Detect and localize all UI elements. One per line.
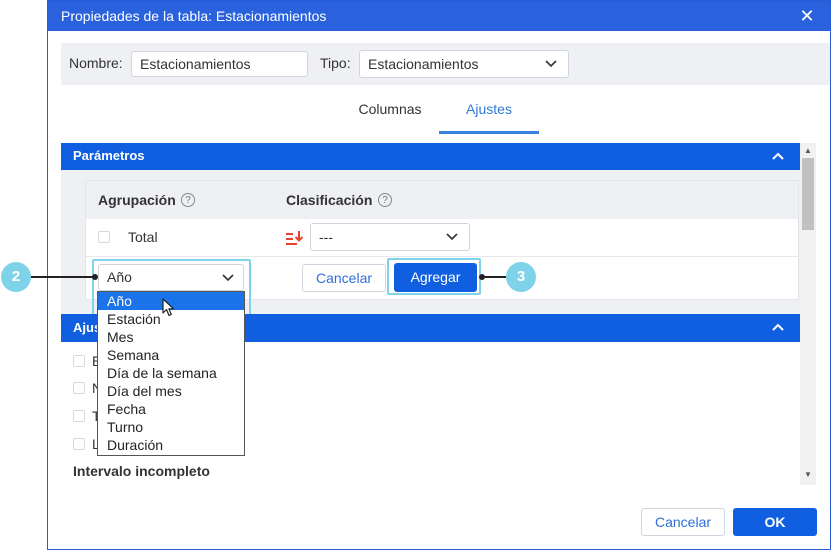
sort-select-value: --- — [319, 229, 333, 245]
dropdown-option[interactable]: Fecha — [98, 400, 244, 418]
dropdown-option[interactable]: Día del mes — [98, 382, 244, 400]
tab-settings[interactable]: Ajustes — [439, 101, 539, 117]
scroll-down-arrow-icon[interactable]: ▼ — [802, 470, 814, 479]
cancel-group-button[interactable]: Cancelar — [302, 264, 386, 292]
mouse-cursor-icon — [162, 298, 175, 317]
callout-badge-3: 3 — [506, 262, 536, 292]
section-title: Parámetros — [73, 148, 145, 163]
callout-leader-line — [482, 276, 506, 278]
dropdown-option[interactable]: Día de la semana — [98, 364, 244, 382]
section-header-parameters[interactable]: Parámetros — [61, 143, 800, 170]
ok-button[interactable]: OK — [733, 508, 817, 536]
settings-checkbox[interactable] — [73, 438, 85, 450]
name-input[interactable]: Estacionamientos — [131, 51, 308, 77]
row-divider — [86, 256, 798, 257]
type-select-value: Estacionamientos — [368, 56, 479, 72]
dropdown-option[interactable]: Semana — [98, 346, 244, 364]
incomplete-interval-label: Intervalo incompleto — [73, 463, 210, 479]
chevron-down-icon — [446, 233, 458, 241]
sort-descending-icon[interactable] — [285, 229, 303, 247]
help-icon[interactable]: ? — [378, 193, 392, 207]
help-icon[interactable]: ? — [181, 193, 195, 207]
total-checkbox[interactable] — [98, 231, 110, 243]
type-select[interactable]: Estacionamientos — [359, 50, 569, 78]
active-tab-indicator — [439, 131, 539, 134]
settings-checkbox[interactable] — [73, 355, 85, 367]
dropdown-option[interactable]: Duración — [98, 436, 244, 454]
dropdown-option[interactable]: Mes — [98, 328, 244, 346]
scroll-up-arrow-icon[interactable]: ▲ — [802, 146, 814, 155]
tab-columns[interactable]: Columnas — [340, 101, 440, 117]
add-group-button[interactable]: Agregar — [394, 263, 477, 292]
dialog-title: Propiedades de la tabla: Estacionamiento… — [48, 1, 830, 31]
column-header-grouping: Agrupación — [98, 192, 176, 208]
chevron-up-icon[interactable] — [772, 323, 784, 332]
chevron-down-icon — [222, 274, 234, 282]
callout-leader-dot — [479, 274, 485, 280]
total-label: Total — [128, 229, 158, 245]
settings-checkbox[interactable] — [73, 382, 85, 394]
scrollbar-thumb[interactable] — [802, 158, 814, 230]
dropdown-option[interactable]: Turno — [98, 418, 244, 436]
callout-badge-2: 2 — [1, 262, 31, 292]
name-label: Nombre: — [69, 55, 123, 71]
close-icon[interactable]: ✕ — [796, 5, 818, 27]
settings-checkbox[interactable] — [73, 410, 85, 422]
type-label: Tipo: — [320, 55, 351, 71]
chevron-down-icon — [545, 60, 557, 68]
chevron-up-icon[interactable] — [772, 152, 784, 161]
callout-leader-dot — [92, 274, 98, 280]
grouping-select-value: Año — [107, 269, 132, 285]
callout-leader-line — [31, 276, 95, 278]
cancel-button[interactable]: Cancelar — [641, 508, 725, 536]
column-header-sorting: Clasificación — [286, 192, 373, 208]
